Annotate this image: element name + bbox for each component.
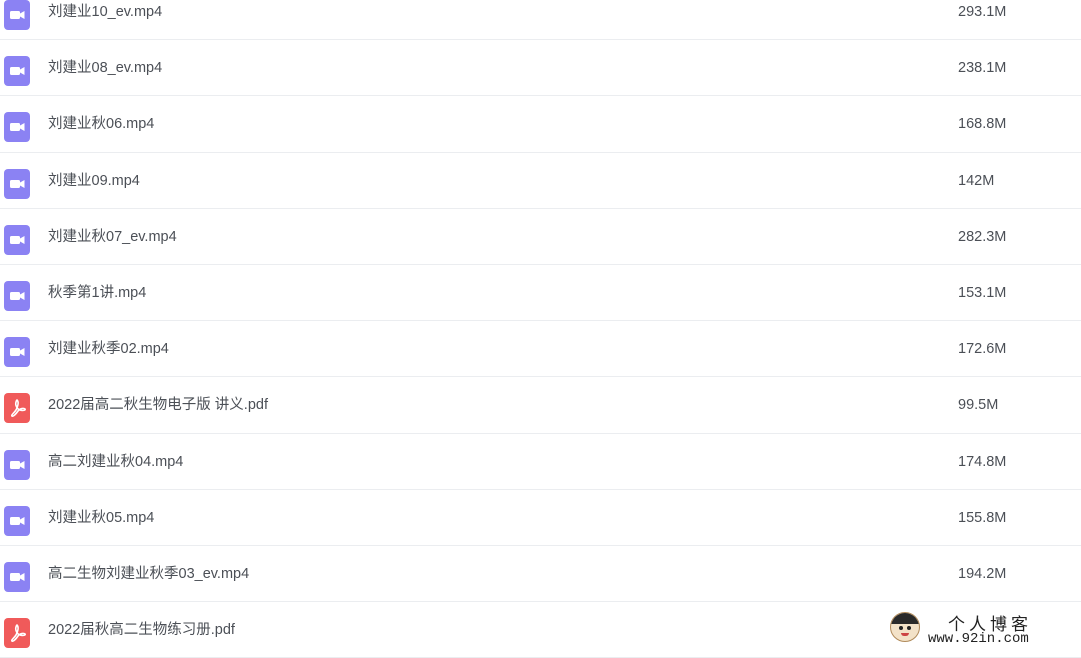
file-row[interactable]: 刘建业秋06.mp4 168.8M — [0, 96, 1081, 153]
file-name[interactable]: 高二生物刘建业秋季03_ev.mp4 — [48, 546, 249, 602]
file-size: 153.1M — [958, 284, 1007, 301]
file-size: 238.1M — [958, 60, 1007, 77]
pdf-file-icon — [4, 618, 30, 649]
file-row[interactable]: 2022届高二秋生物电子版 讲义.pdf 99.5M — [0, 377, 1081, 434]
file-size: 168.8M — [958, 116, 1007, 133]
file-row[interactable]: 刘建业秋05.mp4 155.8M — [0, 490, 1081, 546]
file-size: 142M — [958, 172, 995, 189]
file-row[interactable]: 刘建业09.mp4 142M — [0, 153, 1081, 209]
video-file-icon — [4, 449, 30, 480]
file-size: 194.2M — [958, 565, 1007, 582]
file-row[interactable]: 刘建业08_ev.mp4 238.1M — [0, 40, 1081, 97]
file-name[interactable]: 2022届高二秋生物电子版 讲义.pdf — [48, 377, 268, 433]
video-file-icon — [4, 112, 30, 143]
video-file-icon — [4, 280, 30, 311]
file-size: 155.8M — [958, 509, 1007, 526]
file-name[interactable]: 刘建业秋季02.mp4 — [48, 321, 169, 377]
file-name[interactable]: 秋季第1讲.mp4 — [48, 265, 146, 321]
file-name[interactable]: 刘建业10_ev.mp4 — [48, 0, 162, 40]
file-name[interactable]: 高二刘建业秋04.mp4 — [48, 434, 183, 490]
video-file-icon — [4, 0, 30, 30]
video-file-icon — [4, 561, 30, 592]
file-row[interactable]: 秋季第1讲.mp4 153.1M — [0, 265, 1081, 322]
file-name[interactable]: 刘建业08_ev.mp4 — [48, 40, 162, 96]
file-size: 172.6M — [958, 341, 1007, 358]
blog-watermark: 个人博客 www.92in.com — [888, 610, 1078, 648]
watermark-url: www.92in.com — [928, 631, 1029, 647]
cartoon-avatar-icon — [890, 612, 920, 642]
video-file-icon — [4, 337, 30, 368]
file-size: 174.8M — [958, 453, 1007, 470]
file-row[interactable]: 刘建业秋07_ev.mp4 282.3M — [0, 209, 1081, 265]
video-file-icon — [4, 56, 30, 87]
file-size: 99.5M — [958, 397, 999, 414]
file-size: 282.3M — [958, 228, 1007, 245]
file-name[interactable]: 刘建业秋05.mp4 — [48, 490, 154, 546]
file-name[interactable]: 刘建业09.mp4 — [48, 153, 140, 209]
file-name[interactable]: 刘建业秋07_ev.mp4 — [48, 209, 177, 265]
file-row[interactable]: 刘建业秋季02.mp4 172.6M — [0, 321, 1081, 378]
file-row[interactable]: 高二生物刘建业秋季03_ev.mp4 194.2M — [0, 546, 1081, 603]
pdf-file-icon — [4, 393, 30, 424]
file-name[interactable]: 刘建业秋06.mp4 — [48, 96, 154, 152]
file-row[interactable]: 高二刘建业秋04.mp4 174.8M — [0, 434, 1081, 490]
file-row[interactable]: 刘建业10_ev.mp4 293.1M — [0, 0, 1081, 41]
file-size: 293.1M — [958, 4, 1007, 20]
video-file-icon — [4, 505, 30, 536]
video-file-icon — [4, 224, 30, 255]
file-list: 刘建业10_ev.mp4 293.1M 刘建业08_ev.mp4 238.1M 刘建业秋… — [0, 0, 1081, 658]
video-file-icon — [4, 168, 30, 199]
